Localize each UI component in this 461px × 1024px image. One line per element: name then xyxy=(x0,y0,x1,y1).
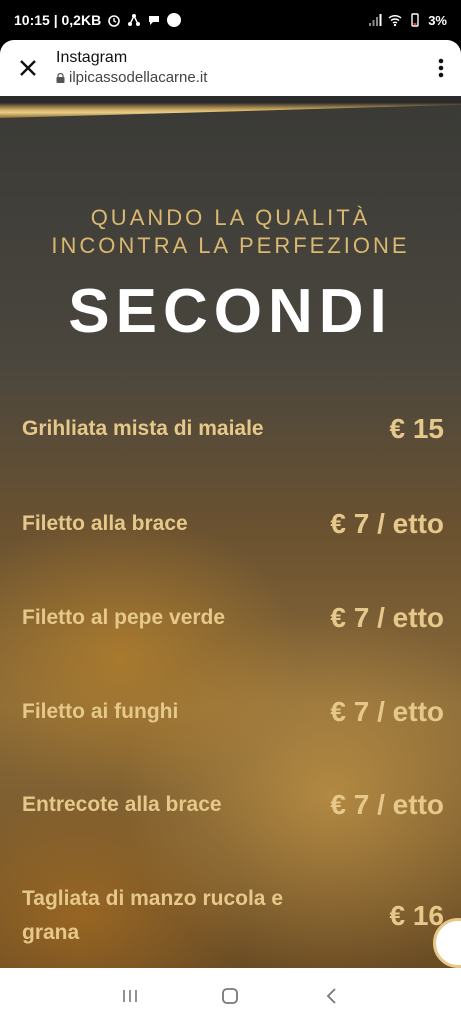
status-time: 10:15 | 0,2KB xyxy=(14,12,102,28)
network-icon xyxy=(128,14,141,26)
menu-item: Entrecote alla brace € 7 / etto xyxy=(22,788,444,822)
chat-icon xyxy=(149,16,160,25)
status-left: 10:15 | 0,2KB xyxy=(14,12,182,28)
recents-icon xyxy=(123,990,137,1002)
menu-item: Grihliata mista di maiale € 15 xyxy=(22,412,444,446)
back-icon xyxy=(326,988,336,1004)
tagline-line-1: QUANDO LA QUALITÀ xyxy=(90,205,371,230)
recents-button[interactable] xyxy=(115,981,145,1011)
back-button[interactable] xyxy=(316,981,346,1011)
system-nav-bar xyxy=(0,968,461,1024)
alarm-icon xyxy=(108,15,120,27)
lock-icon xyxy=(56,73,65,83)
menu-item-name: Entrecote alla brace xyxy=(22,793,222,816)
menu-item-name: Filetto al pepe verde xyxy=(22,606,226,629)
home-icon xyxy=(222,988,239,1004)
menu-item-price: € 7 / etto xyxy=(330,696,444,727)
menu-item-price: € 16 xyxy=(389,900,445,931)
menu-item: Tagliata di manzo rucola e grana € 16 xyxy=(22,882,444,950)
menu-item-price: € 7 / etto xyxy=(330,508,444,539)
signal-icon xyxy=(369,14,382,26)
gold-header-band xyxy=(0,96,461,118)
menu-item: Filetto al pepe verde € 7 / etto xyxy=(22,601,444,635)
web-page: QUANDO LA QUALITÀ INCONTRA LA PERFEZIONE… xyxy=(0,96,461,968)
home-button[interactable] xyxy=(215,981,245,1011)
browser-url-text: ilpicassodellacarne.it xyxy=(69,69,208,86)
tagline-line-2: INCONTRA LA PERFEZIONE xyxy=(51,233,410,258)
status-right: 3% xyxy=(368,13,447,28)
more-options-button[interactable] xyxy=(421,40,461,96)
section-title: SECONDI xyxy=(68,277,393,346)
close-icon xyxy=(20,60,36,76)
menu-item-name: Tagliata di manzo rucola e grana xyxy=(22,887,284,944)
menu-item-name: Filetto alla brace xyxy=(22,512,188,535)
browser-title: Instagram xyxy=(56,49,128,66)
menu-item-name: Grihliata mista di maiale xyxy=(22,417,264,440)
menu-item-price: € 7 / etto xyxy=(330,602,444,633)
status-bar: 10:15 | 0,2KB 3% xyxy=(0,0,461,40)
menu-item-price: € 7 / etto xyxy=(330,789,444,820)
menu-item: Filetto alla brace € 7 / etto xyxy=(22,507,444,541)
menu-item: Filetto ai funghi € 7 / etto xyxy=(22,695,444,729)
menu-item-price: € 15 xyxy=(389,413,445,444)
close-button[interactable] xyxy=(0,40,56,96)
more-vert-icon xyxy=(438,58,444,78)
wifi-icon xyxy=(388,14,402,27)
tagline: QUANDO LA QUALITÀ INCONTRA LA PERFEZIONE xyxy=(0,204,461,260)
notification-dot-icon xyxy=(167,13,182,27)
browser-title-block: Instagram ilpicassodellacarne.it xyxy=(56,48,421,88)
menu-item-name: Filetto ai funghi xyxy=(22,700,179,723)
browser-url[interactable]: ilpicassodellacarne.it xyxy=(56,68,421,88)
battery-icon xyxy=(411,13,419,27)
in-app-browser-header: Instagram ilpicassodellacarne.it xyxy=(0,40,461,96)
battery-percent: 3% xyxy=(428,12,447,28)
